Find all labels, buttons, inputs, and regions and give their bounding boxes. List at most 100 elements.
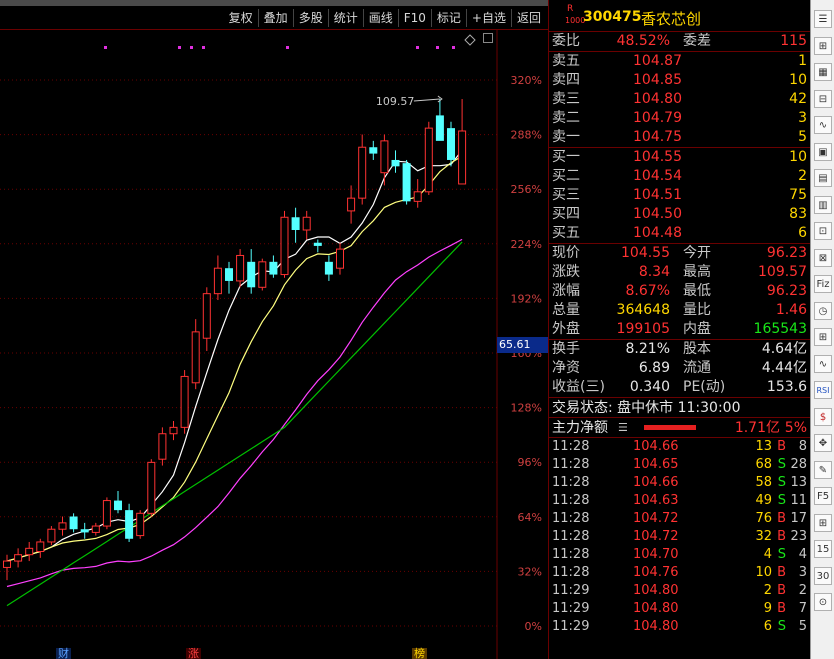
tool-button[interactable]: ⊙	[814, 593, 832, 611]
tool-button[interactable]: ∿	[814, 354, 832, 373]
candle[interactable]	[102, 497, 111, 530]
toolbar-button[interactable]: 叠加	[257, 9, 293, 27]
tool-button[interactable]: ✥	[814, 434, 832, 452]
kline-svg[interactable]: 320%288%256%224%192%160%128%96%64%32%0%1…	[0, 30, 548, 659]
candle[interactable]	[347, 185, 356, 224]
candle[interactable]	[25, 541, 34, 562]
tick-row[interactable]: 11:29 104.80 6 S 5	[549, 618, 810, 636]
candle[interactable]	[291, 207, 300, 243]
tool-button[interactable]: ⊞	[814, 513, 832, 532]
ask-row[interactable]: 卖四 104.85 10	[549, 71, 810, 90]
kline-chart[interactable]: 320% 288% 256% 224% 192% 160% 128% 96% 64% 32% 0% 1…	[0, 30, 548, 659]
candle[interactable]	[114, 491, 122, 514]
tool-button[interactable]: ∿	[814, 116, 832, 134]
candle[interactable]	[280, 210, 289, 278]
event-mark[interactable]: 财	[56, 648, 71, 659]
candle[interactable]	[158, 427, 167, 466]
toolbar-button[interactable]: 画线	[362, 9, 398, 27]
bid-row[interactable]: 买二 104.54 2	[549, 167, 810, 186]
candle[interactable]	[47, 526, 56, 546]
candle[interactable]	[413, 179, 422, 208]
candle[interactable]	[324, 255, 333, 281]
tool-button[interactable]: ▣	[814, 142, 832, 161]
tick-row[interactable]: 11:29 104.80 2 B 2	[549, 582, 810, 600]
candle[interactable]	[225, 261, 233, 294]
tool-button[interactable]: ▥	[814, 195, 832, 214]
candle[interactable]	[91, 522, 100, 536]
tool-button[interactable]: ⊞	[814, 36, 832, 55]
tick-row[interactable]: 11:28 104.72 76 B 17	[549, 510, 810, 528]
candle[interactable]	[358, 134, 367, 205]
tick-row[interactable]: 11:29 104.80 9 B 7	[549, 600, 810, 618]
chart-expand-toggle[interactable]	[483, 33, 493, 43]
bid-row[interactable]: 买一 104.55 10	[549, 148, 810, 167]
bid-row[interactable]: 买四 104.50 83	[549, 205, 810, 224]
candle[interactable]	[447, 121, 455, 167]
candle[interactable]	[125, 503, 134, 542]
tool-button[interactable]: ⊞	[814, 328, 832, 346]
tool-button[interactable]: Fiz	[814, 275, 832, 293]
candle[interactable]	[258, 258, 267, 291]
candle[interactable]	[402, 159, 411, 205]
tick-row[interactable]: 11:28 104.66 58 S 13	[549, 474, 810, 492]
candle[interactable]	[247, 249, 256, 294]
toolbar-button[interactable]: 返回	[510, 9, 546, 27]
toolbar-button[interactable]: 复权	[224, 9, 258, 27]
candle[interactable]	[80, 522, 89, 539]
toolbar-button[interactable]: F10	[397, 9, 431, 27]
candle[interactable]	[236, 249, 245, 288]
candle[interactable]	[380, 134, 389, 186]
tick-row[interactable]: 11:28 104.66 13 B 8	[549, 438, 810, 456]
candle[interactable]	[191, 319, 200, 390]
tick-row[interactable]: 11:28 104.65 68 S 28	[549, 456, 810, 474]
candle[interactable]	[269, 255, 278, 278]
tool-button[interactable]: ⊠	[814, 248, 832, 267]
ask-row[interactable]: 卖二 104.79 3	[549, 109, 810, 128]
tool-button[interactable]: RSI	[814, 381, 832, 399]
tick-row[interactable]: 11:28 104.72 32 B 23	[549, 528, 810, 546]
candle[interactable]	[313, 239, 322, 253]
diamond-icon[interactable]	[464, 34, 476, 46]
candle[interactable]	[69, 513, 78, 533]
tool-button[interactable]: ▦	[814, 63, 832, 81]
ask-row[interactable]: 卖五 104.87 1	[549, 52, 810, 71]
ask-row[interactable]: 卖三 104.80 42	[549, 90, 810, 109]
candle[interactable]	[302, 210, 311, 240]
candle[interactable]	[3, 554, 11, 581]
tool-button[interactable]: ✎	[814, 460, 832, 479]
tick-row[interactable]: 11:28 104.63 49 S 11	[549, 492, 810, 510]
tool-button[interactable]: ⊡	[814, 222, 832, 240]
candle[interactable]	[369, 140, 378, 160]
candle[interactable]	[458, 99, 467, 185]
tool-button[interactable]: F5	[814, 487, 832, 505]
tick-row[interactable]: 11:28 104.76 10 B 3	[549, 564, 810, 582]
candle[interactable]	[213, 255, 222, 301]
candle[interactable]	[136, 510, 145, 539]
candle[interactable]	[147, 459, 156, 517]
event-mark[interactable]: 涨	[186, 648, 201, 659]
tool-button[interactable]: ▤	[814, 169, 832, 187]
flow-detail-icon[interactable]: ☰	[618, 418, 628, 438]
stock-code[interactable]: 300475	[583, 9, 641, 25]
tool-button[interactable]: ◷	[814, 301, 832, 320]
candle[interactable]	[169, 420, 178, 441]
bid-row[interactable]: 买五 104.48 6	[549, 224, 810, 243]
candle[interactable]	[202, 287, 211, 351]
candle[interactable]	[180, 370, 189, 434]
candle[interactable]	[391, 150, 400, 173]
tick-row[interactable]: 11:28 104.70 4 S 4	[549, 546, 810, 564]
candle[interactable]	[424, 121, 433, 195]
toolbar-button[interactable]: 统计	[327, 9, 363, 27]
tick-list[interactable]: 11:28 104.66 13 B 8 11:28 104.65 68 S 28 11:28 104.…	[549, 438, 810, 636]
candle[interactable]	[14, 548, 23, 568]
candle[interactable]	[336, 242, 344, 275]
ask-row[interactable]: 卖一 104.75 5	[549, 128, 810, 147]
tool-button[interactable]: ☰	[814, 10, 832, 28]
candle[interactable]	[435, 99, 444, 141]
toolbar-button[interactable]: 多股	[292, 9, 328, 27]
tool-button[interactable]: $	[814, 407, 832, 426]
candle[interactable]	[36, 538, 45, 558]
stock-name[interactable]: 香农芯创	[641, 8, 701, 29]
bid-row[interactable]: 买三 104.51 75	[549, 186, 810, 205]
tool-button[interactable]: 30	[814, 566, 832, 585]
